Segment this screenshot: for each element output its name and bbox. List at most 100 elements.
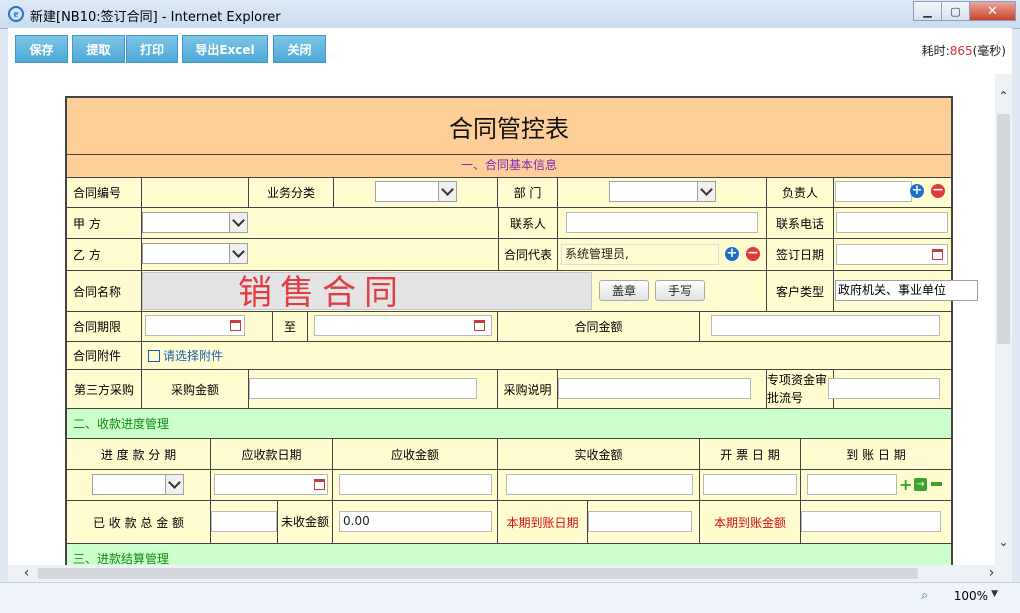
invoice-date-cell	[700, 470, 801, 500]
attachment-label: 合同附件	[67, 342, 142, 369]
stamp-button[interactable]: 盖章	[599, 280, 649, 301]
add-icon[interactable]: +	[910, 184, 924, 198]
receivable-amount-input[interactable]	[339, 474, 492, 495]
party-b-cell	[142, 239, 498, 270]
department-label: 部 门	[498, 178, 558, 207]
party-a-label: 甲 方	[67, 208, 142, 238]
chevron-down-icon	[438, 182, 456, 201]
owner-cell: + −	[834, 178, 951, 207]
attachment-cell: 请选择附件	[142, 342, 951, 369]
extract-button[interactable]: 提取	[72, 35, 125, 63]
col-received-amount: 实收金额	[498, 439, 700, 469]
receivable-date-input[interactable]	[214, 474, 328, 495]
receivable-amount-cell	[333, 470, 498, 500]
chevron-down-icon	[229, 244, 247, 263]
chevron-down-icon	[697, 182, 715, 201]
special-fund-label: 专项资金审批流号	[767, 370, 834, 408]
scroll-thumb[interactable]	[997, 114, 1010, 344]
scroll-down-icon[interactable]: ⌄	[995, 534, 1012, 551]
received-total-cell	[211, 501, 278, 543]
zoom-dropdown-icon[interactable]: ▼	[991, 589, 998, 599]
progress-input-row: + →	[67, 470, 951, 501]
elapsed-unit: (毫秒)	[972, 44, 1006, 58]
contract-name-input[interactable]	[142, 272, 592, 310]
status-bar: ⌕ 100% ▼	[0, 582, 1020, 613]
horizontal-scrollbar[interactable]: ‹ ›	[8, 565, 1012, 582]
form-title: 合同管控表	[67, 98, 951, 155]
minimize-icon[interactable]: ▁	[913, 1, 942, 21]
installment-select[interactable]	[92, 474, 184, 495]
remove-icon[interactable]: −	[931, 183, 945, 198]
section-settlement: 三、进款结算管理	[67, 544, 951, 565]
col-invoice-date: 开 票 日 期	[700, 439, 801, 469]
contact-input[interactable]	[566, 212, 758, 233]
arrival-date-total-input[interactable]	[588, 511, 692, 532]
received-total-label: 已 收 款 总 金 额	[67, 501, 211, 543]
export-excel-button[interactable]: 导出Excel	[182, 35, 268, 63]
unreceived-label: 未收金额	[278, 501, 333, 543]
add-icon[interactable]: +	[725, 247, 739, 261]
contract-rep-input[interactable]: 系统管理员,	[561, 244, 719, 265]
calendar-icon[interactable]	[474, 320, 485, 331]
calendar-icon[interactable]	[932, 249, 943, 260]
add-row-icon[interactable]: +	[899, 477, 912, 493]
arrival-amount-input[interactable]	[801, 511, 941, 532]
department-select[interactable]	[609, 181, 716, 202]
contact-phone-input[interactable]	[836, 212, 948, 233]
maximize-icon[interactable]: ▢	[941, 1, 970, 21]
vertical-scrollbar[interactable]: ⌃ ⌄	[995, 74, 1012, 565]
elapsed-label: 耗时:	[921, 44, 950, 58]
close-button[interactable]: 关闭	[273, 35, 326, 63]
contract-period-label: 合同期限	[67, 312, 142, 341]
zoom-magnifier-icon[interactable]: ⌕	[921, 588, 928, 603]
remove-row-icon[interactable]	[931, 482, 942, 486]
scroll-left-icon[interactable]: ‹	[18, 565, 35, 582]
remove-icon[interactable]: −	[746, 246, 760, 261]
party-a-select[interactable]	[142, 212, 248, 233]
arrival-date-total-cell	[588, 501, 700, 543]
scroll-up-icon[interactable]: ⌃	[995, 88, 1012, 105]
received-total-input[interactable]	[211, 511, 277, 532]
installment-cell	[67, 470, 211, 500]
period-end-input[interactable]	[314, 315, 492, 336]
owner-input[interactable]	[835, 181, 912, 202]
close-window-icon[interactable]: ✕	[969, 1, 1016, 21]
h-scroll-thumb[interactable]	[38, 568, 918, 579]
contact-label: 联系人	[498, 208, 558, 238]
contract-amount-input[interactable]	[711, 315, 940, 336]
received-amount-input[interactable]	[506, 474, 693, 495]
col-receivable-date: 应收款日期	[211, 439, 333, 469]
ie-logo-icon: e	[8, 6, 24, 22]
business-type-select[interactable]	[375, 181, 457, 202]
select-attachment-link[interactable]: 请选择附件	[163, 347, 223, 364]
party-b-label: 乙 方	[67, 239, 142, 270]
party-b-select[interactable]	[142, 243, 248, 264]
purchase-amount-cell	[249, 370, 498, 408]
contract-amount-cell	[700, 312, 951, 341]
content-area: 合同管控表 一、合同基本信息 合同编号 业务分类 部 门 负责人 + − 甲 方	[8, 74, 995, 565]
customer-type-cell: 政府机关、事业单位	[834, 271, 978, 311]
scroll-right-icon[interactable]: ›	[983, 565, 1000, 582]
row-third-party: 第三方采购 采购金额 采购说明 专项资金审批流号	[67, 370, 951, 409]
row-contract-no: 合同编号 业务分类 部 门 负责人 + −	[67, 178, 951, 208]
arrival-date-input[interactable]	[807, 474, 897, 495]
save-button[interactable]: 保存	[15, 35, 68, 63]
arrow-right-icon[interactable]: →	[914, 478, 927, 491]
purchase-note-input[interactable]	[558, 378, 751, 399]
business-type-cell	[334, 178, 498, 207]
elapsed-value: 865	[949, 44, 973, 58]
handwrite-button[interactable]: 手写	[655, 280, 705, 301]
sign-date-cell	[834, 239, 951, 270]
unreceived-input[interactable]: 0.00	[339, 511, 492, 532]
purchase-amount-input[interactable]	[249, 378, 477, 399]
calendar-icon[interactable]	[314, 479, 325, 490]
print-button[interactable]: 打印	[126, 35, 178, 63]
row-attachment: 合同附件 请选择附件	[67, 342, 951, 370]
customer-type-select[interactable]: 政府机关、事业单位	[835, 280, 978, 301]
calendar-icon[interactable]	[230, 320, 241, 331]
special-fund-input[interactable]	[828, 378, 940, 399]
invoice-date-input[interactable]	[703, 474, 797, 495]
zoom-level[interactable]: 100%	[954, 589, 988, 603]
elapsed-time: 耗时:865(毫秒)	[922, 42, 1006, 59]
unreceived-cell: 0.00	[333, 501, 498, 543]
